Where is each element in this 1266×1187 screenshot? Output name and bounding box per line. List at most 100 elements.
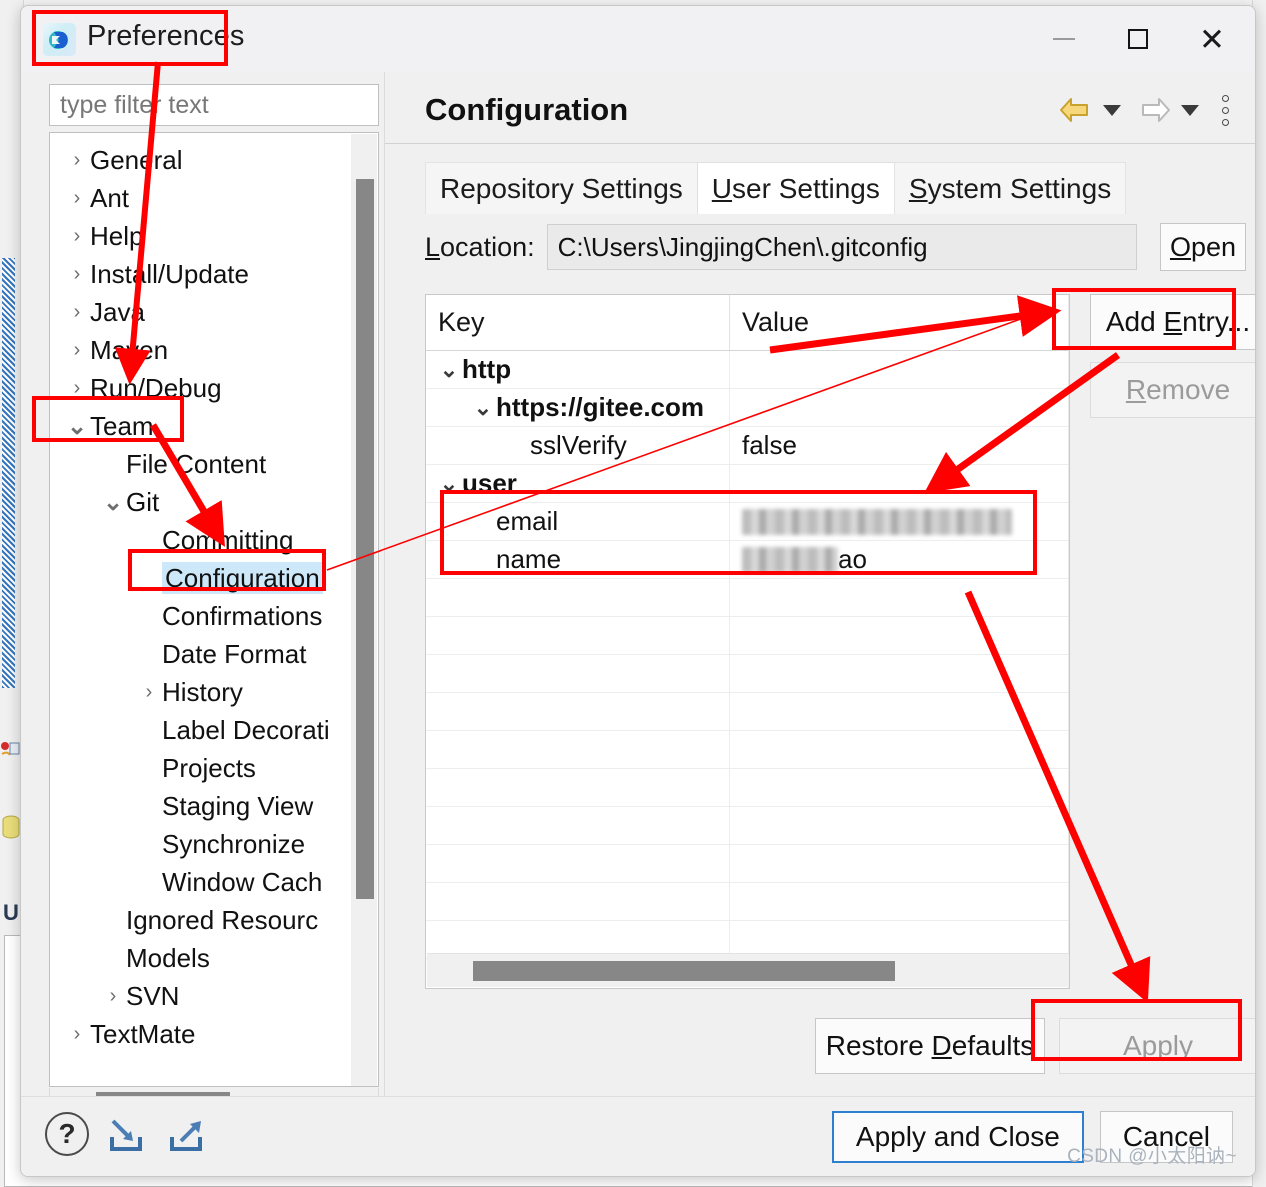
column-header-value[interactable]: Value [730,295,1069,350]
apply-button[interactable]: Apply [1059,1018,1255,1074]
tree-item-synchronize[interactable]: Synchronize [50,825,350,863]
location-label: Location: [425,231,535,262]
tree-item-label: File Content [126,449,267,479]
preferences-tree[interactable]: › General › Ant › Help › Install/Update › Java › Ma… [49,132,379,1087]
table-cell-value [730,503,1069,540]
chevron-right-icon[interactable]: › [64,377,90,400]
back-arrow-icon[interactable] [1055,89,1097,131]
tree-item-maven[interactable]: › Maven [50,331,350,369]
view-menu-icon[interactable] [1211,88,1239,132]
apply-and-close-button[interactable]: Apply and Close [831,1111,1084,1163]
tab-label: User Settings [711,172,880,204]
tree-item-window-cach[interactable]: Window Cach [50,863,350,901]
tree-item-ant[interactable]: › Ant [50,179,350,217]
window-controls: ✕ [1027,6,1249,72]
forward-arrow-icon[interactable] [1133,89,1175,131]
table-cell-value [730,693,1069,730]
tree-item-ignored-resourc[interactable]: Ignored Resourc [50,901,350,939]
tree-item-label: Ignored Resourc [126,905,319,935]
tree-vertical-scrollbar[interactable] [351,134,377,1086]
page-footer: Restore Defaults Apply [385,1018,1255,1088]
tree-vertical-scroll-thumb[interactable] [356,179,374,899]
chevron-right-icon[interactable]: › [64,187,90,210]
back-history-chevron-down-icon[interactable] [1103,104,1121,116]
table-row-empty [426,693,1069,731]
eclipse-logo-icon [43,23,76,56]
tree-item-committing[interactable]: Committing [50,521,350,559]
tree-item-general[interactable]: › General [50,141,350,179]
restore-defaults-label: Restore Defaults [825,1030,1035,1061]
import-preferences-icon[interactable] [103,1111,149,1157]
table-row[interactable]: ⌄ http [426,351,1069,389]
chevron-down-icon[interactable]: ⌄ [436,471,462,497]
tree-item-help[interactable]: › Help [50,217,350,255]
git-config-table[interactable]: Key Value ⌄ http ⌄ https://gitee.com sslVeri… [425,294,1070,989]
column-header-key[interactable]: Key [426,295,730,350]
maximize-button[interactable] [1101,6,1175,72]
table-cell-key [426,769,730,806]
chevron-right-icon[interactable]: › [64,339,90,362]
tree-item-svn[interactable]: › SVN [50,977,350,1015]
tree-item-run-debug[interactable]: › Run/Debug [50,369,350,407]
help-icon[interactable]: ? [45,1112,89,1156]
page-header: Configuration [385,72,1255,144]
tab-repository-settings[interactable]: Repository Settings [425,162,698,214]
tab-user-settings[interactable]: User Settings [696,162,895,214]
location-field[interactable]: C:\Users\JingjingChen\.gitconfig [546,224,1137,270]
tree-item-staging-view[interactable]: Staging View [50,787,350,825]
tree-item-label: Maven [90,335,169,365]
table-row[interactable]: email [426,503,1069,541]
tree-item-textmate[interactable]: › TextMate [50,1015,350,1053]
apply-and-close-label: Apply and Close [855,1121,1060,1152]
minimize-button[interactable] [1027,6,1101,72]
remove-button[interactable]: Remove [1090,362,1255,418]
tree-item-label: History [162,677,243,707]
chevron-down-icon[interactable]: ⌄ [470,395,496,421]
export-preferences-icon[interactable] [163,1111,209,1157]
restore-defaults-button[interactable]: Restore Defaults [815,1018,1045,1074]
table-row[interactable]: sslVerify false [426,427,1069,465]
chevron-right-icon[interactable]: › [64,301,90,324]
chevron-down-icon[interactable]: ⌄ [100,488,126,517]
tree-item-history[interactable]: › History [50,673,350,711]
tree-item-label: Label Decorati [162,715,330,745]
chevron-down-icon[interactable]: ⌄ [64,412,90,441]
chevron-right-icon[interactable]: › [64,263,90,286]
chevron-right-icon[interactable]: › [64,1023,90,1046]
tree-item-label-decorati[interactable]: Label Decorati [50,711,350,749]
tree-item-team[interactable]: ⌄ Team [50,407,350,445]
tree-item-projects[interactable]: Projects [50,749,350,787]
tree-item-git[interactable]: ⌄ Git [50,483,350,521]
tree-item-models[interactable]: Models [50,939,350,977]
tree-item-confirmations[interactable]: Confirmations [50,597,350,635]
chevron-right-icon[interactable]: › [64,149,90,172]
table-cell-key [426,579,730,616]
table-row[interactable]: ⌄ https://gitee.com [426,389,1069,427]
close-button[interactable]: ✕ [1175,6,1249,72]
add-entry-button[interactable]: Add Entry... [1090,294,1255,350]
tree-item-install-update[interactable]: › Install/Update [50,255,350,293]
tab-system-settings[interactable]: System Settings [893,162,1127,214]
tree-item-configuration[interactable]: Configuration [50,559,350,597]
filter-field-wrapper[interactable] [49,84,379,126]
chevron-right-icon[interactable]: › [100,985,126,1008]
table-horizontal-scroll-thumb[interactable] [473,961,895,981]
table-row[interactable]: ⌄ user [426,465,1069,503]
table-horizontal-scrollbar[interactable] [427,953,1069,987]
tree-item-label: Help [90,221,144,251]
tree-item-file-content[interactable]: File Content [50,445,350,483]
search-input[interactable] [58,89,378,121]
table-cell-value [730,389,1069,426]
table-row[interactable]: name ao [426,541,1069,579]
open-button[interactable]: Open [1160,223,1246,271]
tree-item-label: Team [90,411,154,441]
chevron-right-icon[interactable]: › [136,681,162,704]
table-cell-key [426,807,730,844]
forward-history-chevron-down-icon[interactable] [1181,104,1199,116]
chevron-right-icon[interactable]: › [64,225,90,248]
table-body: ⌄ http ⌄ https://gitee.com sslVerify false ⌄ us… [426,351,1069,959]
tree-item-label: General [90,145,183,175]
tree-item-date-format[interactable]: Date Format [50,635,350,673]
chevron-down-icon[interactable]: ⌄ [436,357,462,383]
tree-item-java[interactable]: › Java [50,293,350,331]
